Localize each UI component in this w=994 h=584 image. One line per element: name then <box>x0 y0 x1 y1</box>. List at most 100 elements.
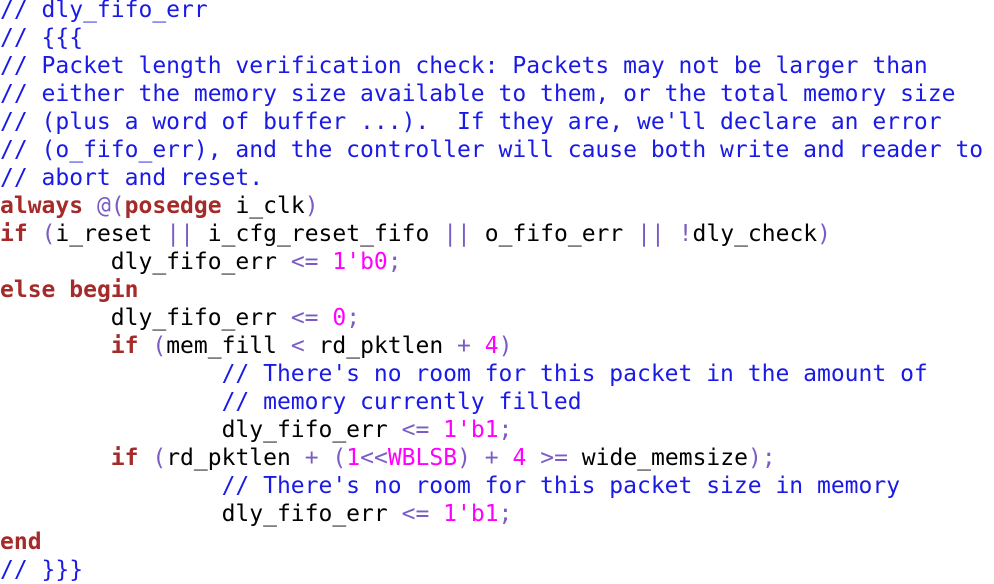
code-token-number: 4 <box>484 333 499 359</box>
code-token-ws <box>665 221 679 247</box>
code-token-ws <box>319 305 333 331</box>
code-token-operator: ( <box>152 333 167 359</box>
code-token-operator: ) <box>457 445 471 471</box>
code-line: // }}} <box>0 556 994 584</box>
code-token-keyword: if <box>110 333 139 359</box>
code-line: // either the memory size available to t… <box>0 80 994 108</box>
code-token-operator: <= <box>290 249 319 275</box>
code-token-operator: + <box>457 333 471 359</box>
code-token-ws <box>138 445 152 471</box>
code-line: if (rd_pktlen + (1<<WBLSB) + 4 >= wide_m… <box>0 444 994 472</box>
code-token-comment: // either the memory size available to t… <box>0 81 956 107</box>
code-token-operator: || <box>637 221 665 247</box>
code-token-number: 0 <box>332 305 347 331</box>
code-token-operator: ) <box>304 193 319 219</box>
code-token-keyword: always <box>0 193 84 219</box>
code-token-keyword: if <box>110 445 139 471</box>
code-token-operator: + <box>484 445 499 471</box>
code-token-comment: // {{{ <box>0 25 84 51</box>
code-token-ws <box>429 501 443 527</box>
code-token-ws <box>499 445 513 471</box>
code-token-ws <box>623 221 637 247</box>
code-token-operator: <= <box>401 501 430 527</box>
code-line: else begin <box>0 276 994 304</box>
code-line: dly_fifo_err <= 1'b0; <box>0 248 994 276</box>
code-token-ws <box>319 249 333 275</box>
code-token-ws <box>28 221 42 247</box>
code-token-keyword: posedge <box>124 193 222 219</box>
code-line: // There's no room for this packet size … <box>0 472 994 500</box>
code-token-number: 1'b0 <box>332 249 388 275</box>
code-token-operator: ; <box>387 249 402 275</box>
code-token-comment: // dly_fifo_err <box>0 0 208 23</box>
code-token-operator: <= <box>290 305 319 331</box>
code-token-operator: ) <box>817 221 832 247</box>
code-token-ws <box>471 333 485 359</box>
code-token-ident: wide_memsize <box>581 445 748 471</box>
code-line: // memory currently filled <box>0 388 994 416</box>
code-token-keyword: else <box>0 277 56 303</box>
code-token-number: 1'b1 <box>443 417 499 443</box>
code-token-operator: ! <box>678 221 693 247</box>
code-token-ws <box>0 473 222 499</box>
code-token-ws <box>277 333 291 359</box>
code-token-ws <box>568 445 582 471</box>
code-token-ident: dly_fifo_err <box>221 501 388 527</box>
code-line: // {{{ <box>0 24 994 52</box>
code-token-ws <box>277 305 291 331</box>
code-token-operator: || <box>443 221 471 247</box>
code-token-ws <box>388 417 402 443</box>
code-line: end <box>0 528 994 556</box>
code-token-operator: < <box>290 333 305 359</box>
code-token-operator: ( <box>332 445 347 471</box>
code-token-operator: ); <box>747 445 776 471</box>
code-token-ws <box>0 501 222 527</box>
code-token-operator: ( <box>152 445 167 471</box>
code-token-ws <box>471 445 485 471</box>
code-token-ws <box>305 333 319 359</box>
code-token-operator: << <box>360 445 388 471</box>
code-token-comment: // Packet length verification check: Pac… <box>0 53 928 79</box>
code-token-operator: ( <box>41 221 56 247</box>
code-line: dly_fifo_err <= 0; <box>0 304 994 332</box>
code-token-ws <box>277 249 291 275</box>
code-token-ws <box>429 417 443 443</box>
code-line: // (o_fifo_err), and the controller will… <box>0 136 994 164</box>
code-token-ws <box>471 221 485 247</box>
code-token-comment: // (plus a word of buffer ...). If they … <box>0 109 942 135</box>
code-line: // There's no room for this packet in th… <box>0 360 994 388</box>
code-editor[interactable]: // dly_fifo_err// {{{// Packet length ve… <box>0 0 994 584</box>
code-token-ident: i_reset <box>55 221 153 247</box>
code-token-ws <box>222 193 236 219</box>
code-token-keyword: end <box>0 529 42 555</box>
code-token-ident: mem_fill <box>166 333 277 359</box>
code-token-ident: dly_fifo_err <box>110 305 277 331</box>
code-line: dly_fifo_err <= 1'b1; <box>0 500 994 528</box>
code-token-keyword: if <box>0 221 28 247</box>
code-token-number: WBLSB <box>387 445 458 471</box>
code-token-keyword: begin <box>69 277 139 303</box>
code-token-ws <box>194 221 208 247</box>
code-token-ws <box>526 445 540 471</box>
code-token-ident: i_cfg_reset_fifo <box>207 221 430 247</box>
code-token-comment: // abort and reset. <box>0 165 264 191</box>
code-token-ws <box>0 249 111 275</box>
code-token-ws <box>55 277 69 303</box>
code-token-ws <box>0 361 222 387</box>
code-token-operator: ; <box>498 501 513 527</box>
code-token-ident: rd_pktlen <box>318 333 444 359</box>
code-token-number: 4 <box>512 445 527 471</box>
code-token-ident: o_fifo_err <box>484 221 624 247</box>
code-line: always @(posedge i_clk) <box>0 192 994 220</box>
code-token-ws <box>429 221 443 247</box>
code-token-operator: ) <box>498 333 513 359</box>
code-line: dly_fifo_err <= 1'b1; <box>0 416 994 444</box>
code-line: // abort and reset. <box>0 164 994 192</box>
code-token-operator: @( <box>96 193 125 219</box>
code-line: // Packet length verification check: Pac… <box>0 52 994 80</box>
code-line: // dly_fifo_err <box>0 0 994 24</box>
code-token-ws <box>443 333 457 359</box>
code-token-ws <box>291 445 305 471</box>
code-token-comment: // There's no room for this packet size … <box>221 473 901 499</box>
code-token-operator: ; <box>498 417 513 443</box>
